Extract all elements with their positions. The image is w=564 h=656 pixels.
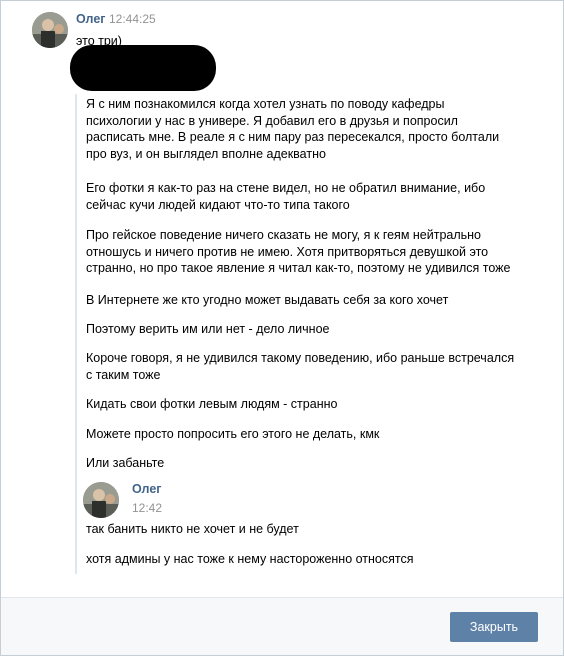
message-text: хотя админы у нас тоже к нему насторожен… [86, 552, 414, 566]
message-timestamp[interactable]: 12:42 [132, 501, 162, 515]
quoted-paragraph: Про гейское поведение ничего сказать не … [86, 228, 511, 275]
message-author[interactable]: Олег [132, 482, 162, 496]
quoted-paragraph: Его фотки я как-то раз на стене видел, н… [86, 181, 486, 212]
avatar[interactable] [32, 12, 68, 48]
message-timestamp[interactable]: 12:44:25 [109, 12, 156, 26]
message-text: так банить никто не хочет и не будет [86, 522, 299, 536]
quoted-paragraph: Короче говоря, я не удивился такому пове… [86, 351, 515, 382]
message-author[interactable]: Олег [76, 12, 106, 26]
avatar[interactable] [83, 482, 119, 518]
redacted-block [70, 45, 216, 91]
quoted-paragraph: Кидать свои фотки левым людям - странно [86, 397, 338, 411]
quoted-paragraph: Я с ним познакомился когда хотел узнать … [86, 97, 500, 161]
quoted-paragraph: Поэтому верить им или нет - дело личное [86, 322, 330, 336]
quoted-paragraph: Или забаньте [86, 456, 165, 470]
close-button[interactable]: Закрыть [450, 612, 538, 642]
quoted-paragraph: Можете просто попросить его этого не дел… [86, 427, 380, 441]
quoted-paragraph: В Интернете же кто угодно может выдавать… [86, 293, 449, 307]
forwarded-quote-bar [75, 94, 77, 574]
